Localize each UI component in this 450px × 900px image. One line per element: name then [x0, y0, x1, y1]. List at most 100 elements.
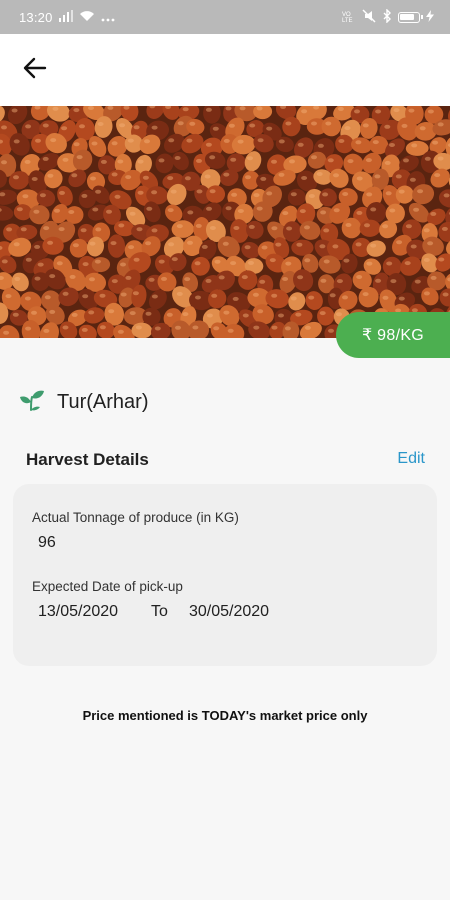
seed-highlight	[49, 274, 56, 279]
arrow-back-icon	[23, 57, 47, 84]
seed-highlight	[209, 155, 216, 160]
harvest-details-card: Actual Tonnage of produce (in KG) 96 Exp…	[13, 484, 437, 666]
seed-highlight	[225, 206, 232, 211]
seed-highlight	[119, 123, 126, 128]
seed-highlight	[384, 124, 391, 129]
seed-highlight	[90, 176, 96, 181]
seed-highlight	[189, 121, 196, 126]
seed-highlight	[343, 258, 350, 263]
seed-highlight	[176, 291, 183, 296]
back-button[interactable]	[18, 54, 52, 86]
seed-highlight	[386, 261, 393, 266]
screen: 13:20 VO LTE ₹ 98/KG Tur(Arhar) Harvest …	[0, 0, 450, 900]
seed-highlight	[196, 189, 203, 194]
seed-highlight	[278, 139, 285, 144]
seed-highlight	[423, 228, 430, 233]
seed-highlight	[317, 143, 324, 148]
seed-highlight	[31, 177, 38, 181]
seed-highlight	[311, 121, 317, 126]
seed-highlight	[442, 292, 449, 297]
edit-button[interactable]: Edit	[397, 450, 425, 468]
seed-highlight	[205, 278, 212, 283]
seed-highlight	[332, 244, 339, 249]
seed-highlight	[304, 258, 311, 263]
seed-highlight	[125, 175, 132, 180]
seed-highlight	[290, 296, 297, 301]
seed-highlight	[222, 241, 229, 246]
seed-highlight	[266, 191, 273, 196]
seed-highlight	[269, 258, 276, 263]
seed-highlight	[79, 124, 85, 129]
seed-highlight	[362, 292, 369, 297]
pickup-to-date[interactable]: 30/05/2020	[189, 603, 269, 621]
seed-highlight	[182, 107, 189, 112]
seed-highlight	[271, 226, 278, 231]
seed-highlight	[24, 296, 31, 301]
seed-highlight	[286, 226, 293, 231]
seed-highlight	[329, 293, 336, 298]
seed-highlight	[365, 158, 372, 163]
seed-highlight	[177, 121, 184, 126]
seed-highlight	[308, 194, 315, 198]
seed-highlight	[389, 208, 396, 213]
tonnage-label: Actual Tonnage of produce (in KG)	[32, 510, 239, 525]
seed-highlight	[209, 226, 216, 230]
seed-highlight	[137, 159, 144, 164]
seed-highlight	[257, 309, 264, 314]
seed-highlight	[297, 275, 304, 280]
seed-highlight	[405, 224, 412, 229]
seed-highlight	[443, 193, 450, 198]
seed-highlight	[355, 140, 362, 145]
seed-highlight	[403, 158, 409, 163]
seed-highlight	[284, 326, 291, 331]
seed-highlight	[118, 223, 125, 228]
seed-highlight	[355, 242, 362, 247]
seed-highlight	[382, 224, 389, 229]
seed-highlight	[413, 207, 420, 212]
seed-highlight	[342, 192, 349, 196]
seed-highlight	[323, 259, 330, 264]
pickup-from-date[interactable]: 13/05/2020	[38, 603, 118, 621]
seed-highlight	[282, 277, 289, 281]
seed-highlight	[398, 296, 405, 301]
seed-highlight	[108, 309, 115, 314]
seed-highlight	[13, 242, 20, 247]
seed-highlight	[209, 189, 216, 194]
seed-highlight	[71, 173, 78, 178]
seed-highlight	[31, 310, 37, 315]
seed-highlight	[390, 279, 397, 284]
seed-highlight	[82, 294, 89, 299]
seed-highlight	[11, 108, 18, 113]
seed-highlight	[137, 190, 144, 195]
seed-highlight	[372, 140, 379, 145]
seed-highlight	[344, 126, 351, 131]
seed-highlight	[253, 193, 260, 198]
seed-highlight	[342, 295, 348, 300]
crop-title-row: Tur(Arhar)	[19, 388, 148, 417]
seed-highlight	[325, 121, 332, 126]
seed-highlight	[323, 228, 330, 233]
seed-highlight	[161, 276, 167, 281]
seed-highlight	[12, 312, 19, 317]
seed-highlight	[151, 294, 158, 299]
status-time: 13:20	[19, 9, 53, 25]
seed-highlight	[6, 227, 13, 232]
seed-highlight	[239, 106, 246, 111]
price-badge: ₹ 98/KG	[336, 312, 450, 358]
battery-icon	[398, 11, 423, 23]
seed-highlight	[127, 138, 134, 143]
seed-highlight	[328, 328, 334, 333]
seed-highlight	[129, 311, 136, 316]
seed-highlight	[129, 211, 136, 216]
seed-highlight	[94, 259, 101, 264]
seed-highlight	[366, 261, 373, 266]
seed-highlight	[44, 295, 51, 300]
seed-highlight	[337, 106, 344, 111]
seed-highlight	[72, 243, 79, 248]
seed-highlight	[295, 312, 302, 317]
seed-highlight	[259, 279, 266, 284]
seed-highlight	[430, 211, 437, 216]
seed-highlight	[82, 262, 89, 267]
sprout-icon	[19, 388, 45, 417]
seed-highlight	[237, 209, 244, 213]
